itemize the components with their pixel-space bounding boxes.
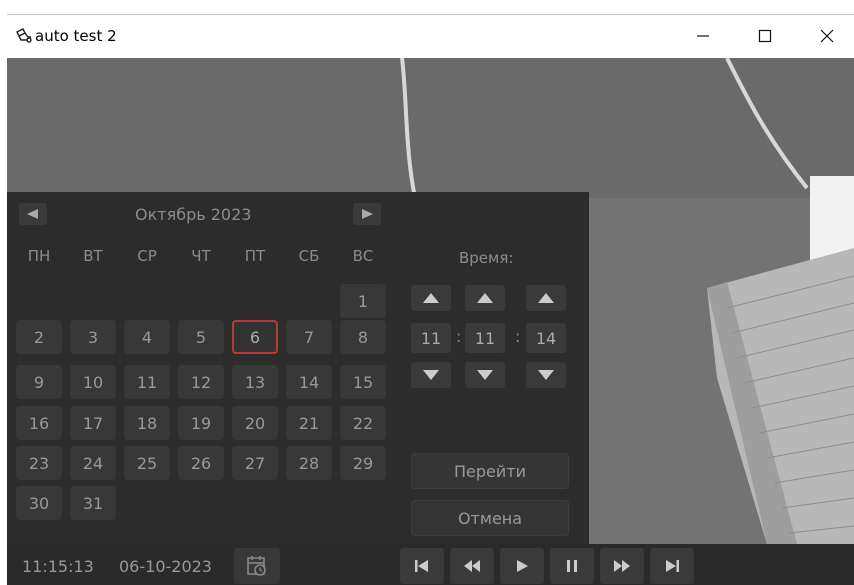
calendar-day[interactable]: 26 [178, 446, 224, 480]
seconds-field[interactable]: 14 [526, 323, 566, 353]
time-separator: : [515, 327, 521, 346]
arrow-down-icon [423, 370, 439, 380]
arrow-up-icon [477, 293, 493, 303]
calendar-day[interactable]: 21 [286, 406, 332, 440]
calendar-clock-icon [247, 556, 266, 576]
calendar-day-selected[interactable]: 6 [232, 320, 278, 354]
cancel-button[interactable]: Отмена [411, 500, 569, 536]
calendar-day[interactable]: 17 [70, 406, 116, 440]
seconds-down-button[interactable] [526, 362, 566, 388]
status-time: 11:15:13 [22, 557, 94, 576]
weekday-label: СР [137, 247, 157, 265]
time-separator: : [456, 327, 462, 346]
skip-to-start-button[interactable] [400, 548, 444, 584]
rewind-button[interactable] [450, 548, 494, 584]
calendar-day[interactable]: 3 [70, 320, 116, 354]
calendar-day[interactable]: 12 [178, 365, 224, 399]
calendar-day[interactable]: 8 [340, 320, 386, 354]
prev-month-button[interactable] [19, 203, 47, 225]
close-icon [820, 29, 834, 43]
calendar-day[interactable]: 5 [178, 320, 224, 354]
calendar-day[interactable]: 13 [232, 365, 278, 399]
date-time-picker-panel: Октябрь 2023 ПН ВТ СР ЧТ ПТ СБ ВС 123456… [7, 192, 589, 544]
calendar-day[interactable]: 1 [340, 284, 386, 318]
arrow-down-icon [538, 370, 554, 380]
weekday-label: ПТ [244, 247, 266, 265]
calendar-day[interactable]: 24 [70, 446, 116, 480]
month-title: Октябрь 2023 [135, 205, 252, 224]
maximize-icon [758, 29, 772, 43]
title-bar: auto test 2 [7, 14, 854, 58]
calendar-day[interactable]: 7 [286, 320, 332, 354]
calendar-day[interactable]: 10 [70, 365, 116, 399]
pause-button[interactable] [550, 548, 594, 584]
fast-forward-button[interactable] [600, 548, 644, 584]
calendar-day[interactable]: 11 [124, 365, 170, 399]
next-month-button[interactable] [353, 203, 381, 225]
calendar-day[interactable]: 28 [286, 446, 332, 480]
calendar-day[interactable]: 9 [16, 365, 62, 399]
skip-forward-icon [666, 560, 679, 572]
play-button[interactable] [500, 548, 544, 584]
arrow-down-icon [477, 370, 493, 380]
hours-field[interactable]: 11 [411, 323, 451, 353]
rewind-icon [464, 560, 480, 572]
weekday-label: ВТ [83, 247, 103, 265]
weekday-label: ПН [27, 247, 51, 265]
pause-icon [567, 560, 577, 572]
weekday-label: ВС [352, 247, 374, 265]
calendar-day[interactable]: 4 [124, 320, 170, 354]
weekday-label: ЧТ [191, 247, 211, 265]
hours-down-button[interactable] [411, 362, 451, 388]
minutes-field[interactable]: 11 [465, 323, 505, 353]
status-date: 06-10-2023 [119, 557, 212, 576]
minimize-button[interactable] [683, 21, 723, 51]
minimize-icon [697, 35, 709, 37]
fast-forward-icon [614, 560, 630, 572]
arrow-left-icon [27, 209, 38, 219]
close-button[interactable] [807, 21, 847, 51]
minutes-up-button[interactable] [465, 285, 505, 311]
calendar-day[interactable]: 22 [340, 406, 386, 440]
arrow-up-icon [423, 293, 439, 303]
calendar-day[interactable]: 18 [124, 406, 170, 440]
calendar-day[interactable]: 29 [340, 446, 386, 480]
calendar-day[interactable]: 15 [340, 365, 386, 399]
calendar-day[interactable]: 16 [16, 406, 62, 440]
playback-bar: 11:15:13 06-10-2023 [7, 544, 854, 585]
maximize-button[interactable] [745, 21, 785, 51]
time-label: Время: [459, 249, 514, 267]
calendar-day[interactable]: 30 [16, 486, 62, 520]
calendar-day[interactable]: 27 [232, 446, 278, 480]
go-button[interactable]: Перейти [411, 453, 569, 489]
arrow-up-icon [538, 293, 554, 303]
seconds-up-button[interactable] [526, 285, 566, 311]
play-icon [517, 560, 528, 572]
calendar-day[interactable]: 20 [232, 406, 278, 440]
calendar-day[interactable]: 25 [124, 446, 170, 480]
calendar-day[interactable]: 14 [286, 365, 332, 399]
calendar-day[interactable]: 23 [16, 446, 62, 480]
weekday-label: СБ [298, 247, 320, 265]
calendar-button[interactable] [234, 548, 280, 584]
calendar-day[interactable]: 2 [16, 320, 62, 354]
minutes-down-button[interactable] [465, 362, 505, 388]
calendar-day[interactable]: 31 [70, 486, 116, 520]
arrow-right-icon [362, 209, 373, 219]
camera-icon [16, 28, 32, 43]
calendar-day[interactable]: 19 [178, 406, 224, 440]
skip-to-end-button[interactable] [650, 548, 694, 584]
hours-up-button[interactable] [411, 285, 451, 311]
window-title: auto test 2 [35, 27, 117, 45]
skip-back-icon [415, 560, 428, 572]
